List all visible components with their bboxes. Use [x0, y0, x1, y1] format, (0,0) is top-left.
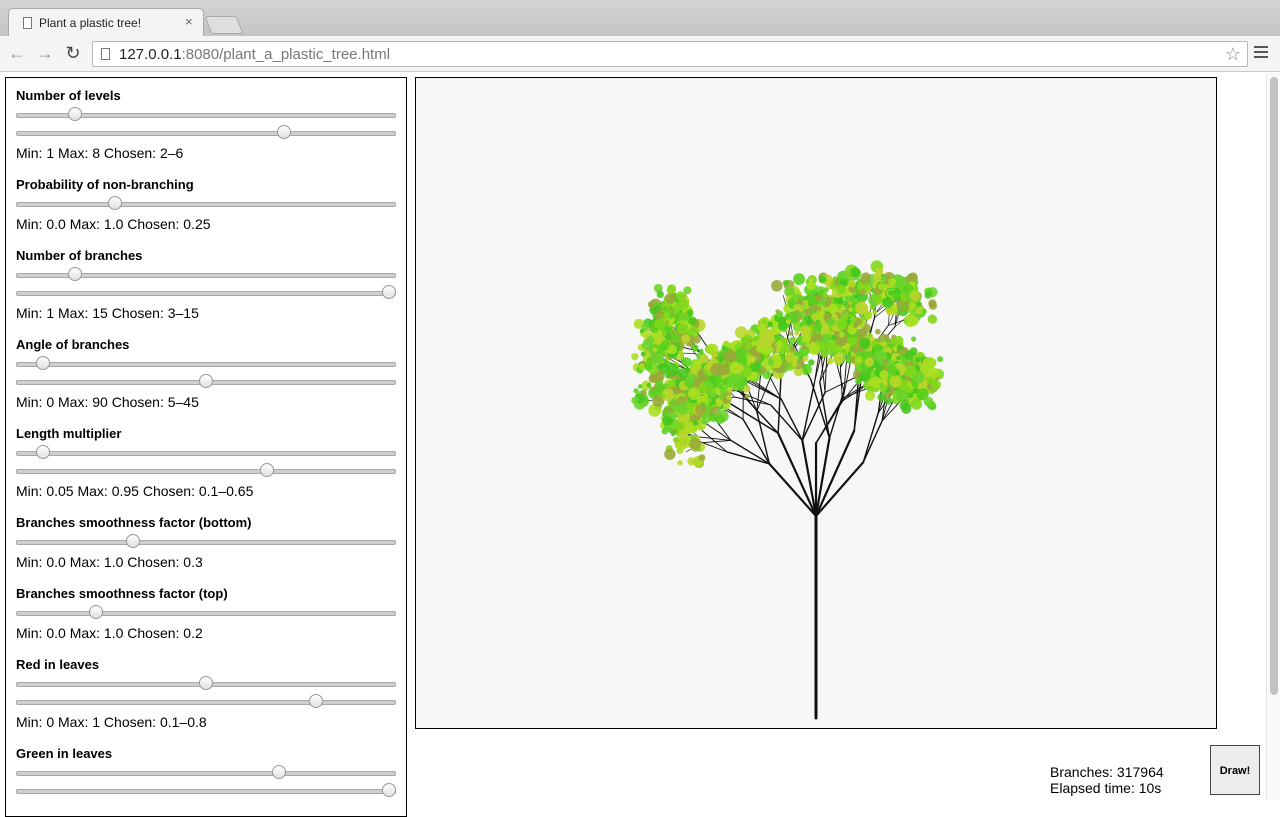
slider-thumb[interactable]: [68, 107, 82, 121]
control-info: Min: 1 Max: 15 Chosen: 3–15: [16, 305, 396, 321]
slider-track[interactable]: [16, 451, 396, 456]
slider-thumb[interactable]: [199, 374, 213, 388]
range-slider[interactable]: [16, 604, 396, 622]
address-bar[interactable]: 127.0.0.1:8080/plant_a_plastic_tree.html…: [92, 41, 1248, 67]
slider-thumb[interactable]: [199, 676, 213, 690]
range-slider[interactable]: [16, 284, 396, 302]
slider-track[interactable]: [16, 469, 396, 474]
scrollbar-thumb[interactable]: [1270, 77, 1278, 695]
slider-thumb[interactable]: [108, 196, 122, 210]
control-group: Branches smoothness factor (top) Min: 0.0…: [16, 586, 396, 641]
slider-track[interactable]: [16, 131, 396, 136]
reload-icon[interactable]: ↻: [62, 42, 84, 64]
control-group: Number of branches Min: 1 Max: 15 Chosen:…: [16, 248, 396, 321]
control-info: Min: 0 Max: 1 Chosen: 0.1–0.8: [16, 714, 396, 730]
slider-thumb[interactable]: [277, 125, 291, 139]
stats-panel: Branches: 317964 Elapsed time: 10s: [1050, 764, 1164, 796]
range-slider[interactable]: [16, 675, 396, 693]
tab-strip: Plant a plastic tree! ×: [0, 0, 1280, 36]
slider-thumb[interactable]: [260, 463, 274, 477]
slider-thumb[interactable]: [382, 783, 396, 797]
tab-title: Plant a plastic tree!: [39, 16, 141, 30]
slider-thumb[interactable]: [36, 445, 50, 459]
slider-track[interactable]: [16, 789, 396, 794]
control-info: Min: 0.0 Max: 1.0 Chosen: 0.2: [16, 625, 396, 641]
range-slider[interactable]: [16, 124, 396, 142]
page-icon: [23, 17, 32, 29]
tree-leaves: [631, 260, 944, 468]
control-group: Green in leaves: [16, 746, 396, 800]
range-slider[interactable]: [16, 266, 396, 284]
slider-track[interactable]: [16, 291, 396, 296]
control-label: Number of levels: [16, 88, 396, 106]
range-slider[interactable]: [16, 782, 396, 800]
control-info: Min: 0.0 Max: 1.0 Chosen: 0.3: [16, 554, 396, 570]
slider-track[interactable]: [16, 700, 396, 705]
control-label: Angle of branches: [16, 337, 396, 355]
control-label: Branches smoothness factor (top): [16, 586, 396, 604]
slider-track[interactable]: [16, 202, 396, 207]
slider-thumb[interactable]: [126, 534, 140, 548]
slider-track[interactable]: [16, 540, 396, 545]
browser-tab[interactable]: Plant a plastic tree! ×: [8, 8, 204, 36]
tab-close-icon[interactable]: ×: [185, 14, 193, 29]
controls-panel: Number of levels Min: 1 Max: 8 Chosen: 2–…: [5, 77, 407, 817]
draw-button[interactable]: Draw!: [1210, 745, 1260, 795]
slider-thumb[interactable]: [309, 694, 323, 708]
slider-thumb[interactable]: [272, 765, 286, 779]
control-label: Green in leaves: [16, 746, 396, 764]
slider-thumb[interactable]: [68, 267, 82, 281]
control-group: Branches smoothness factor (bottom) Min: …: [16, 515, 396, 570]
control-label: Probability of non-branching: [16, 177, 396, 195]
control-group: Red in leaves Min: 0 Max: 1 Chosen: 0.1–0…: [16, 657, 396, 730]
control-group: Length multiplier Min: 0.05 Max: 0.95 Cho…: [16, 426, 396, 499]
url-text[interactable]: 127.0.0.1:8080/plant_a_plastic_tree.html: [119, 46, 390, 63]
slider-track[interactable]: [16, 362, 396, 367]
menu-icon[interactable]: [1254, 46, 1268, 60]
control-info: Min: 0.05 Max: 0.95 Chosen: 0.1–0.65: [16, 483, 396, 499]
slider-thumb[interactable]: [382, 285, 396, 299]
control-group: Angle of branches Min: 0 Max: 90 Chosen: …: [16, 337, 396, 410]
branches-count: Branches: 317964: [1050, 764, 1164, 780]
control-group: Probability of non-branching Min: 0.0 Max…: [16, 177, 396, 232]
forward-icon[interactable]: →: [34, 42, 56, 64]
url-path: :8080/plant_a_plastic_tree.html: [182, 46, 390, 63]
control-info: Min: 0 Max: 90 Chosen: 5–45: [16, 394, 396, 410]
page-scrollbar[interactable]: [1266, 73, 1280, 800]
back-icon[interactable]: ←: [6, 42, 28, 64]
slider-track[interactable]: [16, 771, 396, 776]
range-slider[interactable]: [16, 462, 396, 480]
tree-canvas: [415, 77, 1217, 729]
slider-thumb[interactable]: [89, 605, 103, 619]
control-label: Number of branches: [16, 248, 396, 266]
range-slider[interactable]: [16, 533, 396, 551]
browser-toolbar: ← → ↻ 127.0.0.1:8080/plant_a_plastic_tre…: [0, 36, 1280, 72]
range-slider[interactable]: [16, 106, 396, 124]
page-icon: [101, 48, 110, 60]
control-label: Branches smoothness factor (bottom): [16, 515, 396, 533]
bookmark-star-icon[interactable]: ☆: [1225, 44, 1241, 65]
url-host: 127.0.0.1: [119, 46, 182, 63]
slider-track[interactable]: [16, 611, 396, 616]
control-info: Min: 0.0 Max: 1.0 Chosen: 0.25: [16, 216, 396, 232]
range-slider[interactable]: [16, 764, 396, 782]
new-tab-button[interactable]: [205, 16, 244, 34]
range-slider[interactable]: [16, 355, 396, 373]
control-group: Number of levels Min: 1 Max: 8 Chosen: 2–…: [16, 88, 396, 161]
range-slider[interactable]: [16, 444, 396, 462]
range-slider[interactable]: [16, 195, 396, 213]
control-info: Min: 1 Max: 8 Chosen: 2–6: [16, 145, 396, 161]
tree-drawing: [416, 78, 1216, 728]
control-label: Red in leaves: [16, 657, 396, 675]
range-slider[interactable]: [16, 693, 396, 711]
range-slider[interactable]: [16, 373, 396, 391]
elapsed-time: Elapsed time: 10s: [1050, 780, 1164, 796]
slider-thumb[interactable]: [36, 356, 50, 370]
control-label: Length multiplier: [16, 426, 396, 444]
